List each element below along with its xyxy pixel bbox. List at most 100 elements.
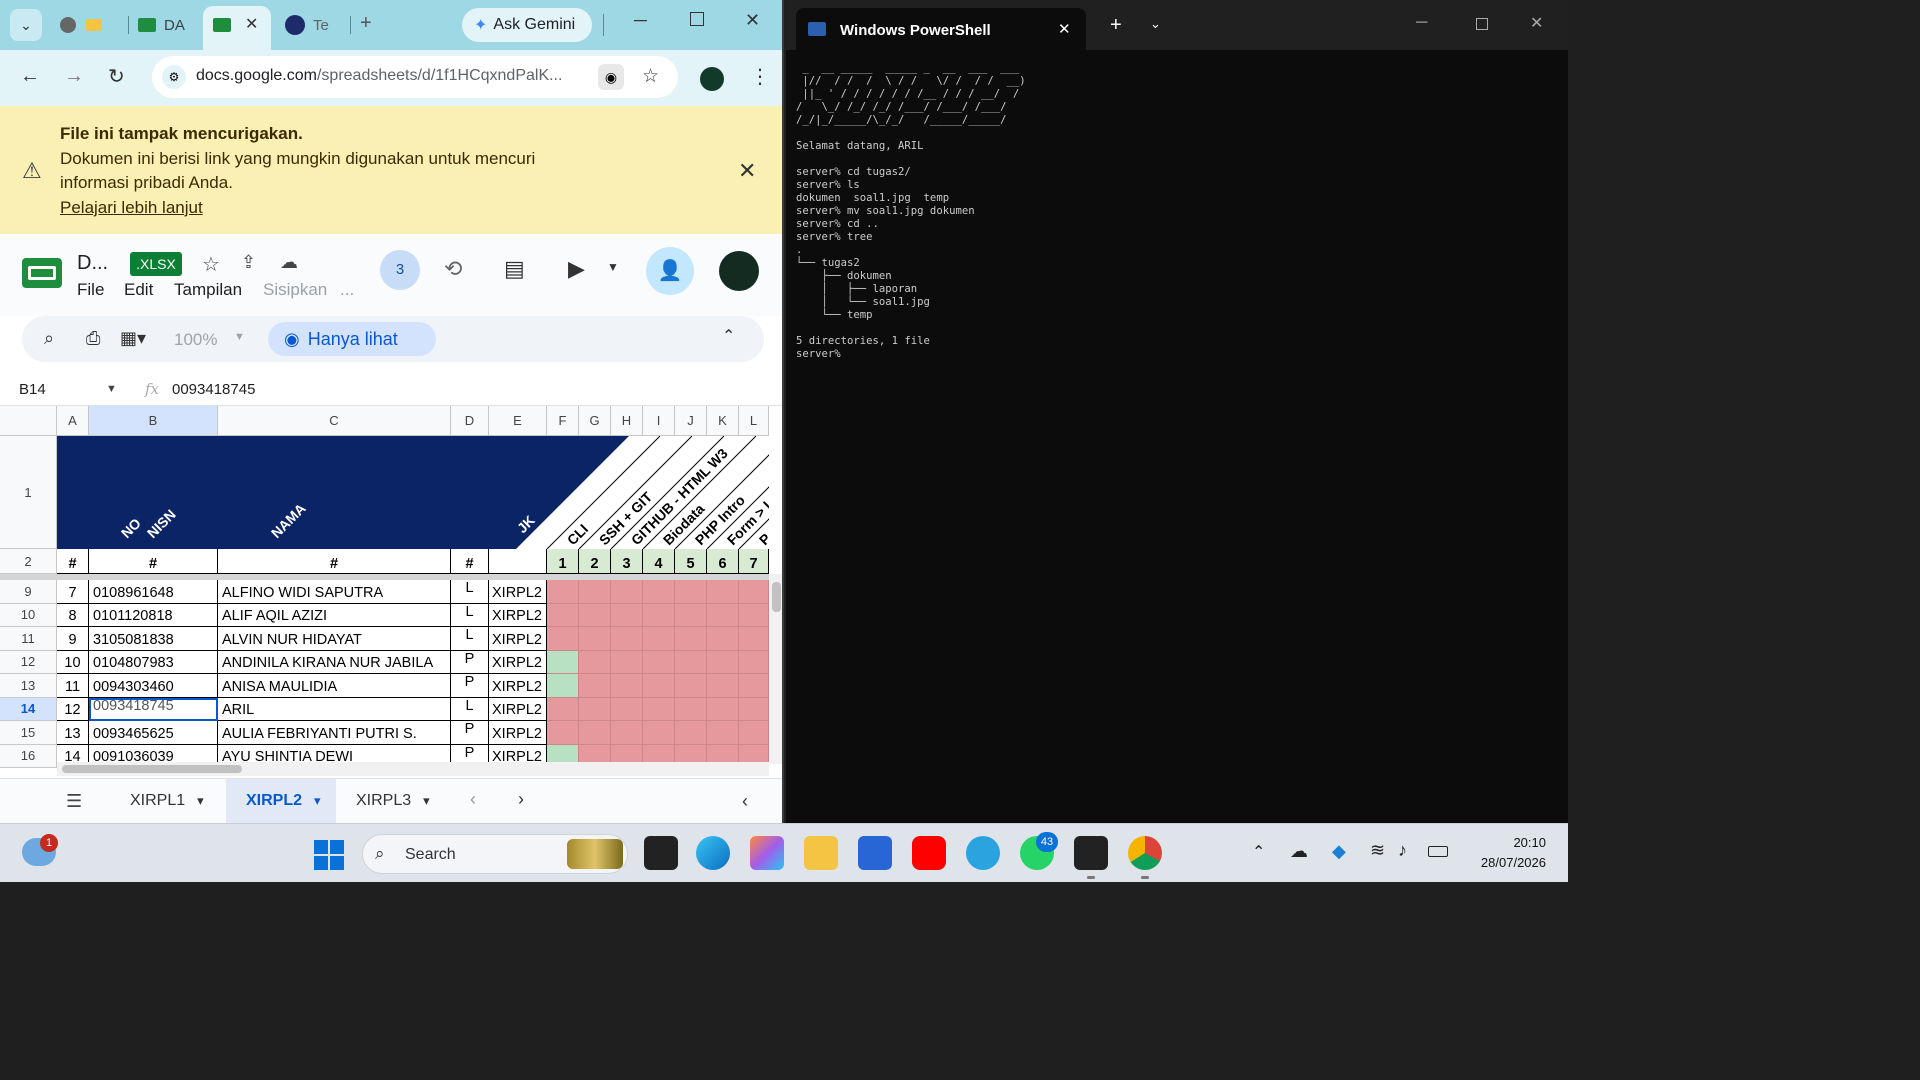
task-cell[interactable]: [675, 627, 707, 651]
menu-edit[interactable]: Edit: [124, 280, 153, 300]
ask-gemini-button[interactable]: ✦ Ask Gemini: [462, 8, 592, 42]
zoom-select[interactable]: 100%: [174, 330, 217, 350]
cell-kelas[interactable]: XIRPL2: [489, 580, 547, 604]
name-box[interactable]: B14: [19, 381, 46, 398]
lens-icon[interactable]: ◉: [598, 64, 624, 90]
security-icon[interactable]: ◆: [1332, 841, 1346, 862]
task-number[interactable]: 6: [707, 549, 739, 574]
cell-kelas[interactable]: XIRPL2: [489, 627, 547, 651]
doc-title[interactable]: D...: [77, 252, 108, 275]
search-icon[interactable]: ⌕: [44, 328, 54, 349]
cell-nama[interactable]: AULIA FEBRIYANTI PUTRI S.: [218, 721, 451, 745]
task-cell[interactable]: [675, 674, 707, 698]
new-terminal-tab-icon[interactable]: +: [1110, 14, 1122, 37]
cell-kelas[interactable]: XIRPL2: [489, 603, 547, 627]
store-icon[interactable]: [858, 836, 892, 870]
task-cell[interactable]: [611, 627, 643, 651]
task-cell[interactable]: [547, 721, 579, 745]
star-doc-icon[interactable]: ☆: [202, 252, 220, 277]
row2-hash[interactable]: #: [89, 549, 218, 574]
task-cell[interactable]: [643, 721, 675, 745]
cell-no[interactable]: 12: [57, 697, 89, 721]
vertical-scroll-thumb[interactable]: [772, 582, 781, 612]
tab-pinned-1[interactable]: [60, 8, 120, 42]
task-cell[interactable]: [611, 697, 643, 721]
task-cell[interactable]: [707, 721, 739, 745]
menu-kebab-icon[interactable]: ⋮: [750, 64, 770, 89]
row2-hash[interactable]: #: [57, 549, 89, 574]
task-cell[interactable]: [739, 697, 769, 721]
profile-avatar[interactable]: [700, 67, 724, 91]
row-header[interactable]: 11: [0, 627, 57, 651]
sheet-tab-menu-icon[interactable]: ▾: [197, 793, 204, 809]
view-only-button[interactable]: ◉ Hanya lihat: [268, 322, 436, 356]
cell-nisn[interactable]: 0094303460: [89, 674, 218, 698]
column-header[interactable]: B: [89, 406, 218, 436]
task-number[interactable]: 5: [675, 549, 707, 574]
start-button[interactable]: [314, 840, 344, 870]
cell-nama[interactable]: ALVIN NUR HIDAYAT: [218, 627, 451, 651]
taskbar-search[interactable]: ⌕ Search: [362, 834, 628, 874]
task-number[interactable]: 1: [547, 549, 579, 574]
volume-icon[interactable]: ♪: [1398, 840, 1407, 861]
close-window-button[interactable]: ✕: [745, 10, 760, 31]
zoom-dropdown-icon[interactable]: ▼: [234, 331, 245, 343]
file-explorer-icon[interactable]: [804, 836, 838, 870]
cell-jk[interactable]: P: [451, 721, 489, 745]
tray-overflow-icon[interactable]: ⌃: [1252, 842, 1265, 862]
column-header[interactable]: G: [579, 406, 611, 436]
task-cell[interactable]: [675, 650, 707, 674]
row2-hash[interactable]: #: [451, 549, 489, 574]
print-icon[interactable]: ⎙: [86, 328, 100, 349]
task-cell[interactable]: [547, 674, 579, 698]
task-cell[interactable]: [579, 627, 611, 651]
cell-kelas[interactable]: XIRPL2: [489, 697, 547, 721]
back-button[interactable]: ←: [20, 65, 40, 88]
task-cell[interactable]: [675, 603, 707, 627]
row-header[interactable]: 9: [0, 580, 57, 604]
task-cell[interactable]: [739, 580, 769, 604]
column-header[interactable]: H: [611, 406, 643, 436]
cell-jk[interactable]: L: [451, 627, 489, 651]
forward-button[interactable]: →: [64, 65, 84, 88]
reload-button[interactable]: ↻: [108, 64, 125, 89]
column-header[interactable]: A: [57, 406, 89, 436]
task-cell[interactable]: [707, 674, 739, 698]
scroll-left-icon[interactable]: ‹: [470, 789, 476, 810]
telegram-icon[interactable]: [966, 836, 1000, 870]
name-box-dropdown-icon[interactable]: ▼: [106, 383, 117, 395]
cloud-status-icon[interactable]: ☁: [280, 252, 298, 273]
collapse-sidebar-icon[interactable]: ‹: [742, 791, 748, 812]
sheet-tab-xirpl2[interactable]: XIRPL2 ▾: [226, 779, 336, 823]
task-cell[interactable]: [579, 721, 611, 745]
task-cell[interactable]: [739, 721, 769, 745]
row-header[interactable]: 16: [0, 744, 57, 768]
task-number[interactable]: 7: [739, 549, 769, 574]
clock-date[interactable]: 28/07/2026: [1466, 855, 1546, 870]
sheet-tab-xirpl1[interactable]: XIRPL1 ▾: [110, 779, 214, 823]
task-cell[interactable]: [675, 580, 707, 604]
column-header[interactable]: K: [707, 406, 739, 436]
cell-no[interactable]: 10: [57, 650, 89, 674]
task-cell[interactable]: [611, 603, 643, 627]
task-cell[interactable]: [739, 627, 769, 651]
site-info-icon[interactable]: ⚙: [162, 65, 186, 89]
cell-nisn[interactable]: 0104807983: [89, 650, 218, 674]
row-header[interactable]: 12: [0, 650, 57, 674]
row-header[interactable]: 15: [0, 721, 57, 745]
cell-nama[interactable]: ANDINILA KIRANA NUR JABILA: [218, 650, 451, 674]
address-bar[interactable]: ⚙ docs.google.com/spreadsheets/d/1f1HCqx…: [152, 56, 678, 98]
all-sheets-icon[interactable]: ☰: [66, 791, 82, 812]
terminal-close[interactable]: ✕: [1530, 13, 1543, 33]
cell-jk[interactable]: P: [451, 674, 489, 698]
battery-icon[interactable]: [1428, 846, 1448, 857]
row-header[interactable]: 2: [0, 549, 57, 574]
terminal-output[interactable]: _ __ _____ _____ _ __ ___ ___ |// / / / …: [796, 62, 1032, 361]
tab-3[interactable]: Te: [285, 8, 345, 42]
youtube-icon[interactable]: [912, 836, 946, 870]
clock-time[interactable]: 20:10: [1506, 835, 1546, 850]
task-number[interactable]: 2: [579, 549, 611, 574]
terminal-icon[interactable]: [1074, 836, 1108, 870]
task-cell[interactable]: [675, 721, 707, 745]
move-drive-icon[interactable]: ⇪: [241, 252, 256, 273]
